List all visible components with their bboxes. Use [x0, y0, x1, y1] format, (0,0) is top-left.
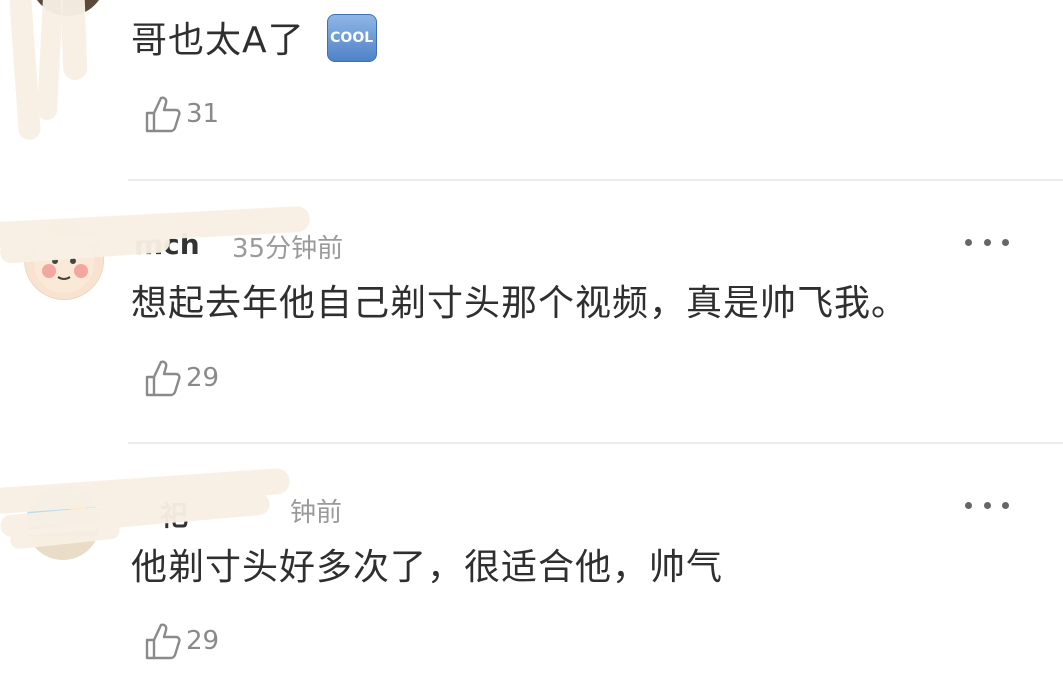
like-button[interactable]: 31	[144, 94, 219, 134]
comment-text: 想起去年他自己剃寸头那个视频，真是帅飞我。	[131, 283, 909, 324]
more-dot	[983, 238, 991, 246]
divider	[128, 179, 1063, 181]
like-count: 31	[186, 99, 220, 129]
like-button[interactable]: 29	[144, 358, 219, 398]
redaction-scribble	[36, 0, 64, 121]
thumbs-up-icon	[145, 623, 181, 660]
like-count: 29	[186, 626, 220, 656]
more-dot	[965, 501, 972, 509]
like-count: 29	[186, 363, 220, 393]
more-dot	[1002, 501, 1009, 509]
comment-body: 哥也太A了	[131, 20, 305, 61]
more-options-button[interactable]	[965, 497, 1009, 513]
redaction-scribble	[8, 0, 42, 141]
comment-text: 他剃寸头好多次了，很适合他，帅气	[131, 547, 724, 588]
more-options-button[interactable]	[965, 234, 1009, 250]
divider	[128, 442, 1063, 444]
more-dot	[983, 501, 991, 509]
like-button[interactable]: 29	[144, 621, 219, 661]
redaction-scribble	[60, 0, 88, 81]
more-dot	[965, 238, 972, 246]
thumbs-up-icon	[145, 360, 181, 397]
cool-emoji-icon: COOL	[326, 14, 377, 62]
more-dot	[1002, 238, 1009, 246]
thumbs-up-icon	[145, 96, 181, 133]
comment-time: 钟前	[290, 498, 343, 528]
comment-text: 哥也太A了 COOL	[131, 14, 377, 66]
comment-list: 哥也太A了COOL 31 mch 35分钟前	[0, 0, 1063, 681]
